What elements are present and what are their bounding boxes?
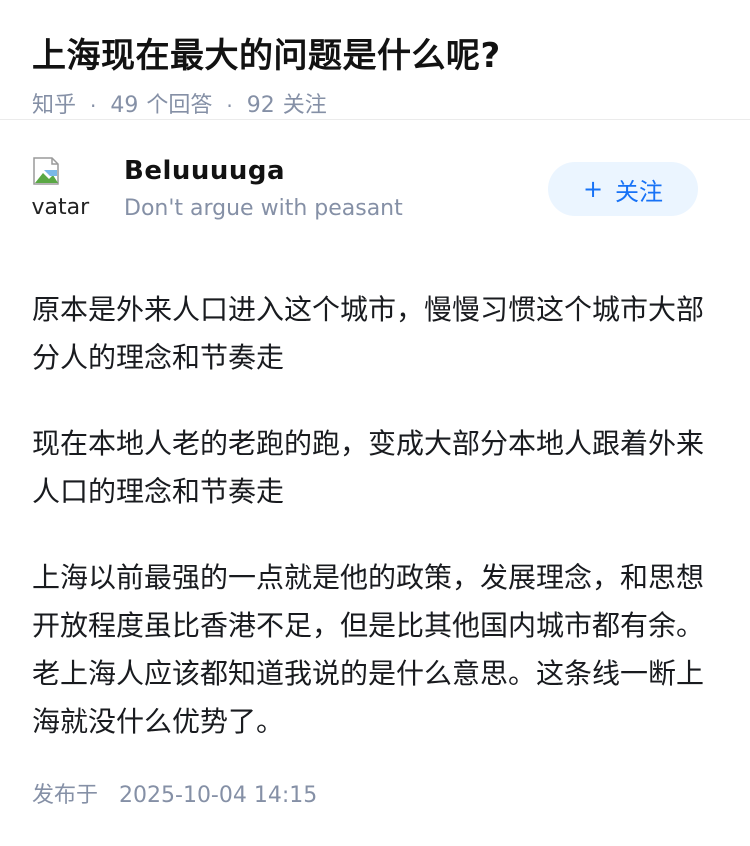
answer-count-label: 个回答 [146,93,213,118]
question-title[interactable]: 上海现在最大的问题是什么呢? [32,32,718,80]
avatar-alt-text: avatar [32,195,90,220]
answer-paragraph: 现在本地人老的老跑的跑，变成大部分本地人跟着外来人口的理念和节奏走 [32,427,705,508]
separator-dot: · [226,94,233,118]
answer-paragraph: 上海以前最强的一点就是他的政策，发展理念，和思想开放程度虽比香港不足，但是比其他… [32,561,705,738]
author-name[interactable]: Beluuuuga [124,154,285,188]
plus-icon: + [582,175,604,203]
publish-label: 发布于 [32,783,99,808]
publish-info: 发布于 2025-10-04 14:15 [32,780,317,812]
separator-dot: · [90,94,97,118]
answer-paragraph: 原本是外来人口进入这个城市，慢慢习惯这个城市大部分人的理念和节奏走 [32,293,705,374]
author-info: avatar Beluuuuga Don't argue with peasan… [0,154,750,274]
broken-image-icon [33,157,59,185]
author-bio: Don't argue with peasant [124,196,403,221]
publish-time: 2025-10-04 14:15 [119,783,318,808]
follower-count-label: 关注 [282,93,327,118]
follow-button[interactable]: + 关注 [548,162,698,216]
follower-count: 92 [246,93,275,118]
source-label[interactable]: 知乎 [32,90,76,122]
answer-count: 49 [110,93,139,118]
avatar[interactable]: avatar [32,154,100,222]
question-header: 上海现在最大的问题是什么呢? 知乎 · 49 个回答 · 92 关注 [0,0,750,120]
question-meta: 知乎 · 49 个回答 · 92 关注 [32,90,718,122]
answer-content: 原本是外来人口进入这个城市，慢慢习惯这个城市大部分人的理念和节奏走 现在本地人老… [32,286,704,784]
follow-button-label: 关注 [615,177,664,206]
